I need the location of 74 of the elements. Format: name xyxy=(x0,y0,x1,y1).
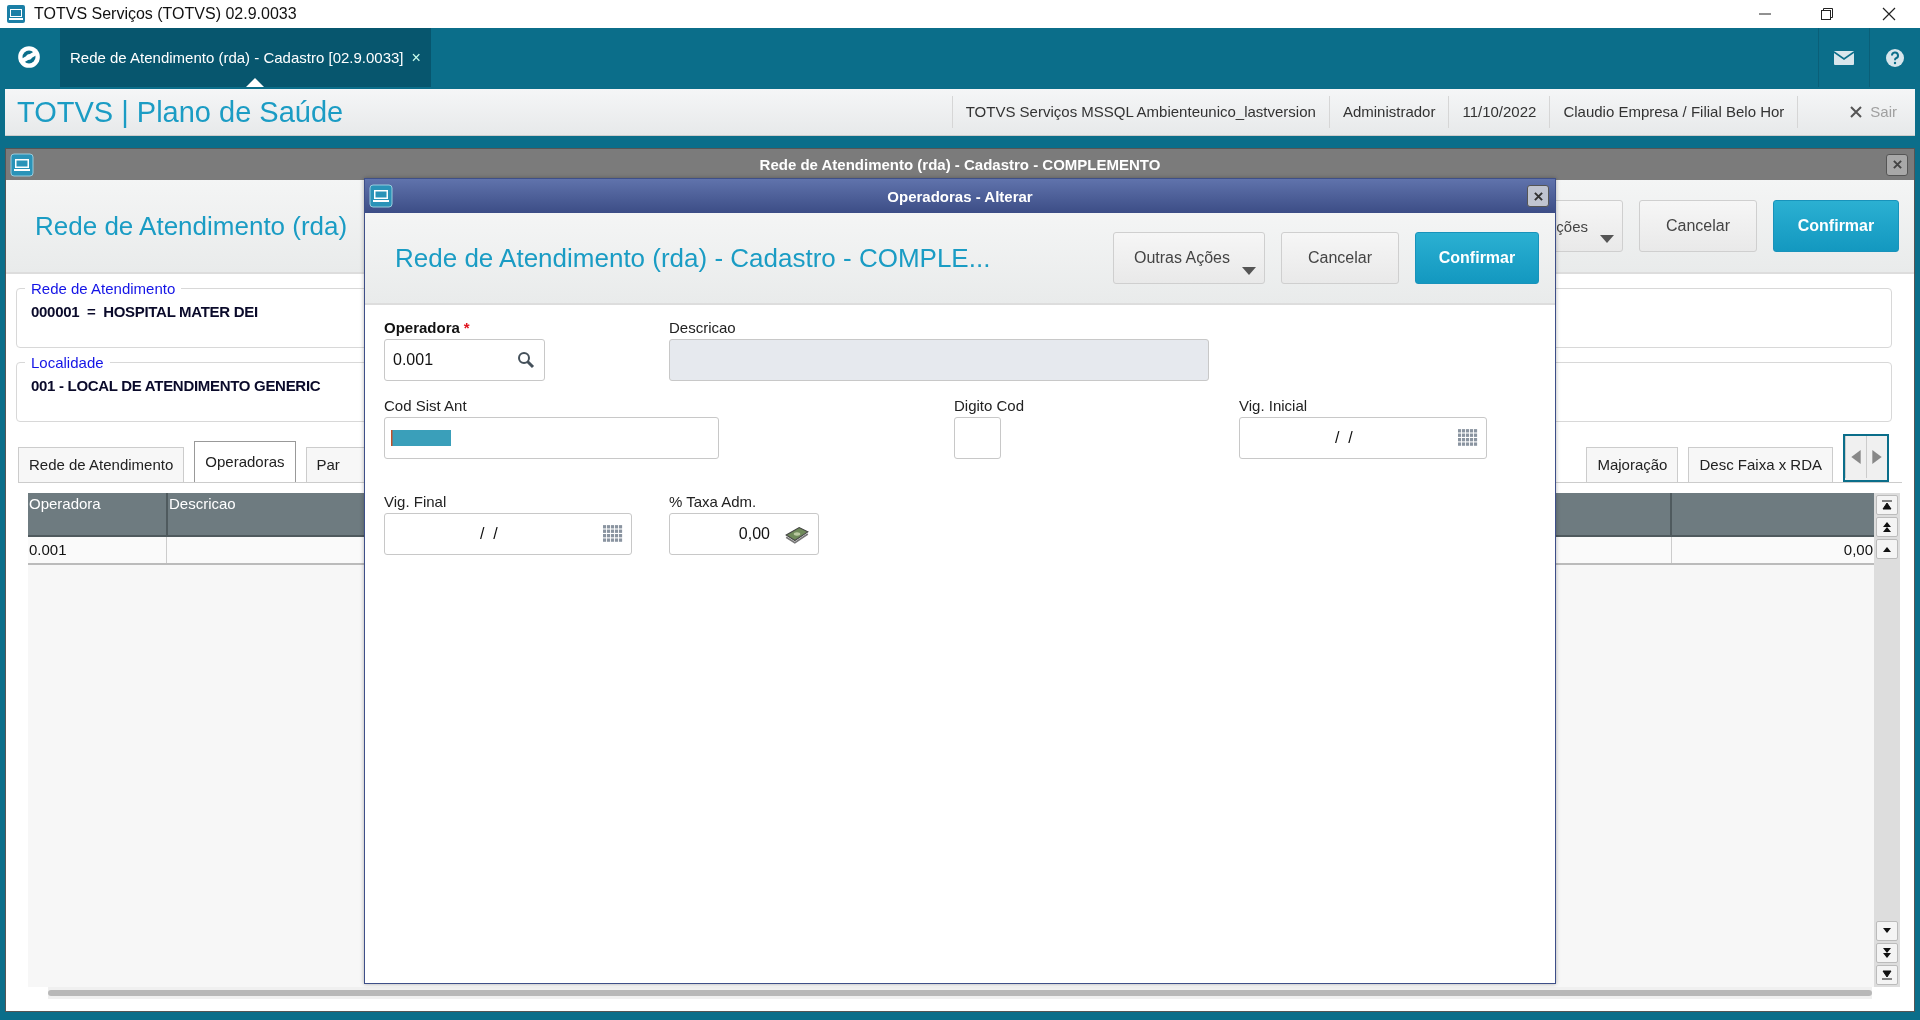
form-tab[interactable]: Operadoras xyxy=(194,441,296,482)
required-mark: * xyxy=(463,319,470,336)
field-label: Digito Cod xyxy=(954,397,1025,415)
tab-close[interactable]: × xyxy=(411,48,421,67)
field-value: 0.001 xyxy=(393,351,434,369)
session-info: Administrador xyxy=(1328,96,1449,128)
brand-title: TOTVS | Plano de Saúde xyxy=(16,95,344,129)
search-icon[interactable] xyxy=(516,351,536,369)
tab-pointer-icon xyxy=(246,78,264,87)
group-value: 001 - LOCAL DE ATENDIMENTO GENERIC xyxy=(31,377,321,394)
horizontal-scrollbar[interactable] xyxy=(48,987,1872,999)
logo-icon[interactable] xyxy=(16,44,42,70)
session-info: Claudio Empresa / Filial Belo Hor xyxy=(1549,96,1798,128)
form-heading: Rede de Atendimento (rda) - Cadastro - COMPLE... xyxy=(394,242,991,274)
form-tab[interactable]: Majoração xyxy=(1586,447,1679,482)
window-icon xyxy=(369,184,393,208)
money-icon[interactable] xyxy=(784,524,810,544)
app-icon xyxy=(6,4,26,24)
cancel-button[interactable]: Cancelar xyxy=(1639,200,1757,252)
form-tab[interactable]: Desc Faixa x RDA xyxy=(1688,447,1833,482)
tab-label: Rede de Atendimento (rda) - Cadastro [02.9.0033] xyxy=(70,49,404,66)
calendar-icon[interactable] xyxy=(1458,429,1478,447)
session-info: 11/10/2022 xyxy=(1448,96,1550,128)
field-label: Descricao xyxy=(669,319,736,337)
form-tab[interactable]: Rede de Atendimento xyxy=(18,447,185,482)
close-button[interactable] xyxy=(1886,153,1908,176)
more-actions-button[interactable]: Outras Ações xyxy=(1113,232,1265,284)
form-heading: Rede de Atendimento (rda) xyxy=(34,210,348,242)
help-icon xyxy=(1885,47,1905,68)
input-field[interactable]: 0.001 xyxy=(384,339,545,381)
window-title: TOTVS Serviços (TOTVS) 02.9.0033 xyxy=(34,5,297,23)
field-label: % Taxa Adm. xyxy=(669,493,757,511)
table-cell: 0.001 xyxy=(28,537,167,563)
close-icon xyxy=(1892,160,1902,169)
scroll-bottom-button[interactable] xyxy=(1876,965,1898,985)
session-info: TOTVS Serviços MSSQL Ambienteunico_lastversion xyxy=(951,96,1329,128)
calendar-icon[interactable] xyxy=(603,525,623,543)
group-value: 000001 = HOSPITAL MATER DEI xyxy=(31,303,258,320)
field-value: / / xyxy=(478,525,498,543)
dialog-title: Operadoras - Alterar xyxy=(887,187,1033,205)
page-up-button[interactable] xyxy=(1876,517,1898,537)
field-label: Vig. Final xyxy=(384,493,447,511)
field-label: Vig. Inicial xyxy=(1239,397,1308,415)
selection-highlight xyxy=(391,430,451,446)
double-up-arrow-icon xyxy=(1882,522,1892,532)
input-field[interactable]: / / xyxy=(1239,417,1487,459)
group-legend: Localidade xyxy=(25,354,110,371)
top-arrow-icon xyxy=(1882,500,1892,510)
cancel-button[interactable]: Cancelar xyxy=(1281,232,1399,284)
close-icon xyxy=(1850,106,1863,118)
close-button[interactable] xyxy=(1527,185,1549,207)
program-tab[interactable]: Rede de Atendimento (rda) - Cadastro [02.9.0033] × xyxy=(60,28,431,87)
tab-scroll-control[interactable] xyxy=(1843,434,1889,482)
input-field[interactable] xyxy=(384,417,719,459)
field-label: Operadora xyxy=(384,319,460,337)
input-field[interactable]: / / xyxy=(384,513,632,555)
input-field[interactable]: 0,00 xyxy=(669,513,819,555)
scroll-down-button[interactable] xyxy=(1876,921,1898,941)
scroll-up-button[interactable] xyxy=(1876,539,1898,559)
table-cell-text: 0,00 xyxy=(1842,540,1874,560)
window-title: Rede de Atendimento (rda) - Cadastro - COMPLEMENTO xyxy=(759,156,1161,173)
column-header[interactable]: Operadora xyxy=(28,493,168,535)
scroll-top-button[interactable] xyxy=(1876,495,1898,515)
bottom-arrow-icon xyxy=(1882,970,1892,980)
group-legend: Rede de Atendimento xyxy=(25,280,182,297)
window-icon xyxy=(10,152,34,177)
page-down-button[interactable] xyxy=(1876,943,1898,963)
field-label: Cod Sist Ant xyxy=(384,397,467,415)
field-value: / / xyxy=(1333,429,1353,447)
double-down-arrow-icon xyxy=(1882,948,1892,958)
input-field[interactable] xyxy=(954,417,1001,459)
field-value: 0,00 xyxy=(738,525,770,543)
close-icon xyxy=(1533,191,1543,201)
caret-icon xyxy=(1600,235,1614,243)
